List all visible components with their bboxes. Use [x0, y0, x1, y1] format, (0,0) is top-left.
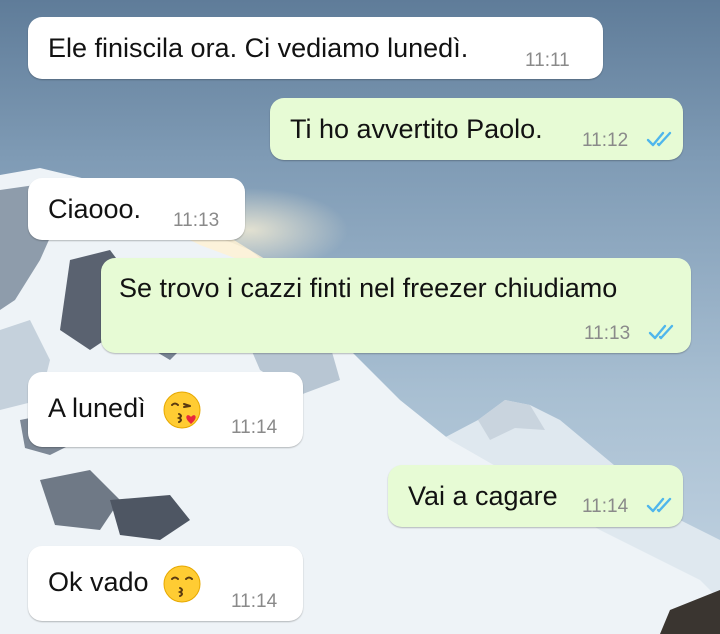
- message-bubble-incoming[interactable]: Ok vado 11:14: [28, 546, 303, 621]
- double-check-read-icon: [648, 324, 674, 340]
- message-bubble-outgoing[interactable]: Ti ho avvertito Paolo. 11:12: [270, 98, 683, 160]
- message-text: Ele finiscila ora. Ci vediamo lunedì.: [48, 33, 469, 63]
- message-timestamp: 11:12: [582, 130, 629, 151]
- message-bubble-incoming[interactable]: Ele finiscila ora. Ci vediamo lunedì. 11…: [28, 17, 603, 79]
- message-text: Se trovo i cazzi finti nel freezer chiud…: [119, 273, 618, 303]
- double-check-read-icon: [646, 497, 672, 513]
- message-text: Ok vado: [48, 567, 149, 597]
- message-timestamp: 11:14: [582, 496, 629, 517]
- message-timestamp: 11:13: [584, 323, 631, 344]
- message-text: Ciaooo.: [48, 194, 142, 224]
- message-text: Vai a cagare: [408, 481, 558, 511]
- message-bubble-outgoing[interactable]: Se trovo i cazzi finti nel freezer chiud…: [101, 258, 691, 353]
- message-bubble-outgoing[interactable]: Vai a cagare 11:14: [388, 465, 683, 527]
- message-timestamp: 11:14: [231, 417, 278, 438]
- message-timestamp: 11:11: [525, 50, 570, 71]
- message-text: Ti ho avvertito Paolo.: [290, 114, 543, 144]
- message-bubble-incoming[interactable]: A lunedì 11:14: [28, 372, 303, 447]
- message-timestamp: 11:13: [173, 210, 220, 231]
- double-check-read-icon: [646, 131, 672, 147]
- message-bubble-incoming[interactable]: Ciaooo. 11:13: [28, 178, 245, 240]
- kissing-face-emoji: [163, 565, 201, 603]
- message-text: A lunedì: [48, 393, 146, 423]
- face-blowing-kiss-emoji: [163, 391, 201, 429]
- message-timestamp: 11:14: [231, 591, 278, 612]
